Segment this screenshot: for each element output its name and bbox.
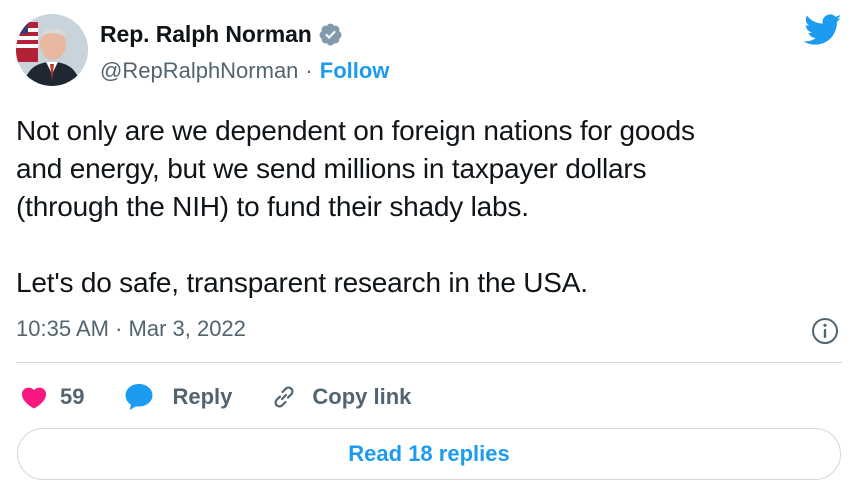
read-replies-button[interactable]: Read 18 replies [17, 428, 841, 480]
profile-photo-icon [16, 14, 88, 86]
author-name-row: Rep. Ralph Norman [100, 21, 343, 48]
separator-dot: · [305, 58, 313, 83]
author-display-name[interactable]: Rep. Ralph Norman [100, 21, 312, 48]
author-handle-row: @RepRalphNorman · Follow [100, 58, 389, 84]
heart-icon [21, 385, 47, 409]
action-bar: 59 Reply Copy link [16, 378, 411, 416]
author-handle[interactable]: @RepRalphNorman [100, 58, 298, 84]
reply-button[interactable]: Reply [124, 383, 232, 411]
divider [16, 362, 842, 363]
link-icon [270, 383, 298, 411]
tweet-timestamp[interactable]: 10:35 AM · Mar 3, 2022 [16, 316, 246, 342]
like-count: 59 [60, 384, 85, 409]
reply-label: Reply [172, 384, 233, 409]
like-button[interactable]: 59 [21, 384, 84, 410]
copy-link-button[interactable]: Copy link [270, 383, 411, 411]
avatar[interactable] [16, 14, 88, 86]
info-icon[interactable] [811, 317, 839, 345]
speech-bubble-icon [124, 383, 154, 411]
twitter-bird-icon[interactable] [803, 14, 842, 46]
follow-button[interactable]: Follow [320, 58, 390, 84]
tweet-embed-card: Rep. Ralph Norman @RepRalphNorman · Foll… [0, 0, 862, 498]
tweet-text: Not only are we dependent on foreign nat… [16, 115, 695, 298]
verified-badge-icon [318, 22, 343, 47]
copy-link-label: Copy link [312, 384, 412, 409]
